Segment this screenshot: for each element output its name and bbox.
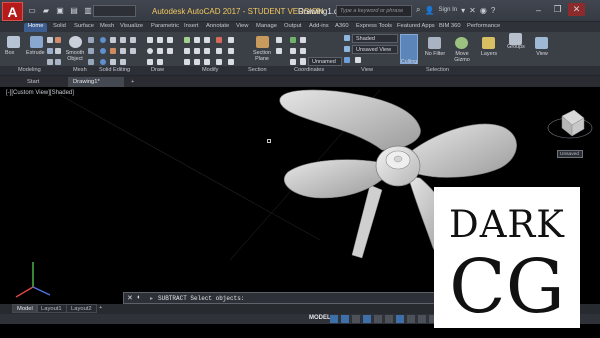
status-toggles: [330, 315, 448, 323]
lineweight-icon[interactable]: [407, 315, 415, 323]
fan-blade-right: [409, 123, 517, 178]
model-space-toggle[interactable]: MODEL: [309, 315, 331, 321]
watermark-line1: DARK: [449, 203, 565, 246]
layout-tab-layout1[interactable]: Layout1: [36, 304, 67, 313]
command-line[interactable]: ✕ ◐ ▸ SUBTRACT Select objects:: [123, 292, 445, 304]
fan-stem: [351, 184, 383, 259]
crosshair-cursor: [267, 139, 271, 143]
layout-tab-layout2[interactable]: Layout2: [66, 304, 97, 313]
fan-blade-top: [279, 89, 421, 151]
viewcube[interactable]: [547, 109, 593, 139]
otrack-icon[interactable]: [385, 315, 393, 323]
ucs-axis-icon: [15, 262, 51, 298]
snap-icon[interactable]: [341, 315, 349, 323]
layout-tab-model[interactable]: Model: [12, 304, 38, 313]
ortho-icon[interactable]: [352, 315, 360, 323]
polar-icon[interactable]: [363, 315, 371, 323]
dynamic-ucs-icon[interactable]: [396, 315, 404, 323]
close-icon[interactable]: ✕: [127, 294, 133, 302]
customize-icon[interactable]: ◐: [137, 294, 141, 301]
viewcube-view-label[interactable]: Unsaved: [557, 150, 583, 158]
watermark-line2: CG: [449, 244, 565, 330]
osnap-icon[interactable]: [374, 315, 382, 323]
command-prompt-text[interactable]: SUBTRACT Select objects:: [158, 295, 244, 302]
add-layout-icon[interactable]: +: [95, 304, 106, 313]
grid-line: [59, 94, 321, 241]
transparency-icon[interactable]: [418, 315, 426, 323]
fan-hub-center: [393, 155, 403, 163]
watermark-logo: DARK CG: [434, 187, 580, 328]
command-arrow-icon: ▸: [150, 296, 154, 302]
grid-icon[interactable]: [330, 315, 338, 323]
